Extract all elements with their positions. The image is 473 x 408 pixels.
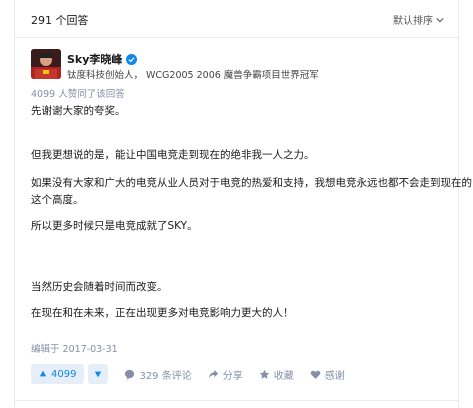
upvote-count: 4099 xyxy=(51,368,77,380)
content-paragraph: 先谢谢大家的夸奖。 xyxy=(31,105,126,117)
favorite-button[interactable]: 收藏 xyxy=(259,367,294,382)
content-paragraph: 如果没有大家和广大的电竞从业人员对于电竞的热爱和支持，我想电竞永远也都不会走到现… xyxy=(31,177,472,189)
sort-toggle-button[interactable]: 默认排序 xyxy=(393,12,444,27)
thanks-label: 感谢 xyxy=(324,370,345,382)
author-bio: 钛度科技创始人， WCG2005 2006 魔兽争霸项目世界冠军 xyxy=(67,70,319,81)
downvote-arrow-icon xyxy=(95,371,102,378)
star-icon xyxy=(259,369,269,379)
author-name[interactable]: Sky李晓峰 xyxy=(67,51,122,67)
upvote-button[interactable]: 4099 xyxy=(31,364,85,384)
share-label: 分享 xyxy=(222,370,243,382)
answers-header: 291 个回答 默认排序 xyxy=(15,0,458,38)
sort-label: 默认排序 xyxy=(393,16,433,27)
comment-icon xyxy=(125,369,135,380)
answer-card: 291 个回答 默认排序 Sky李晓峰 钛度科技创始人， WCG2005 200 xyxy=(14,0,472,408)
votes-summary: 4099 人赞同了该回答 xyxy=(31,89,125,100)
downvote-button[interactable] xyxy=(88,364,109,384)
content-paragraph: 在现在和在未来，正在出现更多对电竞影响力更大的人！ xyxy=(31,307,294,319)
chevron-down-icon xyxy=(436,17,444,22)
answer-count: 291 个回答 xyxy=(31,14,89,27)
author-info: Sky李晓峰 钛度科技创始人， WCG2005 2006 魔兽争霸项目世界冠军 xyxy=(31,49,451,83)
comments-button[interactable]: 329 条评论 xyxy=(124,367,192,382)
action-bar: 4099 329 条评论 分享 收藏 感谢 xyxy=(31,362,451,386)
divider xyxy=(15,400,458,401)
verified-icon xyxy=(126,53,138,65)
comments-label: 329 条评论 xyxy=(139,370,192,382)
edited-timestamp[interactable]: 编辑于 2017-03-31 xyxy=(31,341,118,355)
content-paragraph: 但我更想说的是，能让中国电竞走到现在的绝非我一人之力。 xyxy=(31,149,315,161)
share-icon xyxy=(208,369,218,378)
upvote-arrow-icon xyxy=(39,370,47,377)
content-paragraph: 这个高度。 xyxy=(31,194,84,206)
content-paragraph: 当然历史会随着时间而改变。 xyxy=(31,281,168,293)
favorite-label: 收藏 xyxy=(273,370,294,382)
heart-icon xyxy=(310,370,320,379)
thanks-button[interactable]: 感谢 xyxy=(310,367,345,382)
share-button[interactable]: 分享 xyxy=(208,367,243,382)
avatar[interactable] xyxy=(31,49,61,79)
content-paragraph: 所以更多时候只是电竞成就了SKY。 xyxy=(31,220,198,232)
